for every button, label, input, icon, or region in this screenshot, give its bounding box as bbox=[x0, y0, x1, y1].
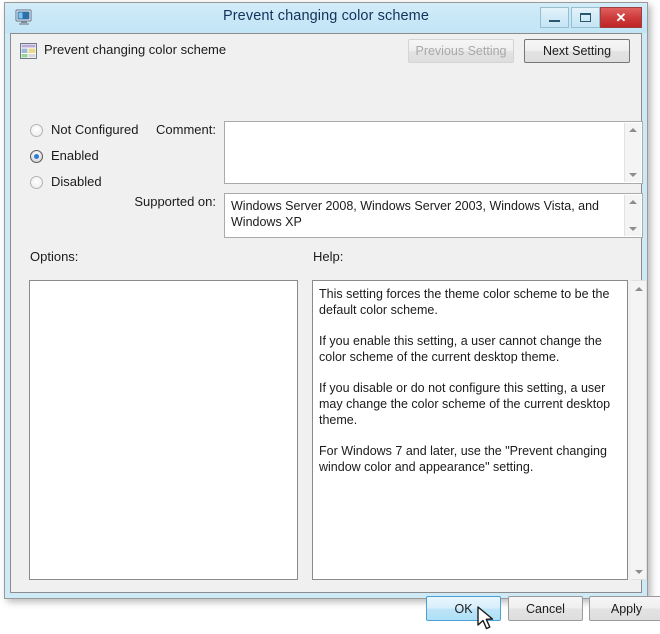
maximize-icon bbox=[580, 13, 591, 22]
next-setting-button[interactable]: Next Setting bbox=[524, 39, 630, 63]
radio-disabled-indicator bbox=[30, 176, 43, 189]
help-label: Help: bbox=[313, 249, 344, 264]
title-bar[interactable]: Prevent changing color scheme ✕ bbox=[5, 3, 647, 33]
options-panel[interactable] bbox=[29, 280, 298, 580]
help-panel: This setting forces the theme color sche… bbox=[312, 280, 628, 580]
previous-setting-button[interactable]: Previous Setting bbox=[408, 39, 514, 63]
group-policy-setting-dialog: Prevent changing color scheme ✕ Prevent … bbox=[4, 2, 660, 630]
radio-enabled[interactable]: Enabled bbox=[30, 148, 180, 174]
close-button[interactable]: ✕ bbox=[600, 7, 642, 28]
supported-on-textbox: Windows Server 2008, Windows Server 2003… bbox=[224, 193, 643, 238]
close-icon: ✕ bbox=[615, 10, 627, 25]
scroll-down-icon[interactable] bbox=[625, 168, 641, 182]
scroll-down-icon[interactable] bbox=[631, 564, 646, 579]
supported-on-value: Windows Server 2008, Windows Server 2003… bbox=[231, 199, 599, 229]
dialog-body: Prevent changing color scheme Previous S… bbox=[11, 34, 660, 630]
help-paragraph: If you enable this setting, a user canno… bbox=[319, 334, 602, 364]
help-text: This setting forces the theme color sche… bbox=[319, 286, 621, 490]
minimize-icon bbox=[549, 20, 560, 22]
help-paragraph: This setting forces the theme color sche… bbox=[319, 287, 610, 317]
scroll-up-icon[interactable] bbox=[625, 195, 641, 209]
comment-label: Comment: bbox=[156, 122, 216, 137]
policy-setting-icon bbox=[20, 43, 37, 59]
minimize-button[interactable] bbox=[540, 7, 569, 28]
supported-on-scrollbar[interactable] bbox=[624, 195, 641, 236]
help-paragraph: For Windows 7 and later, use the "Preven… bbox=[319, 444, 607, 474]
policy-name-label: Prevent changing color scheme bbox=[44, 42, 227, 57]
radio-not-configured-indicator bbox=[30, 124, 43, 137]
scroll-up-icon[interactable] bbox=[631, 281, 646, 296]
comment-textbox[interactable] bbox=[224, 121, 643, 184]
comment-scrollbar[interactable] bbox=[624, 123, 641, 182]
scroll-up-icon[interactable] bbox=[625, 123, 641, 137]
supported-on-label: Supported on: bbox=[134, 194, 216, 209]
maximize-button[interactable] bbox=[571, 7, 600, 28]
radio-enabled-label: Enabled bbox=[51, 148, 99, 163]
monitor-icon bbox=[15, 9, 32, 25]
dialog-frame: Prevent changing color scheme Previous S… bbox=[10, 33, 660, 630]
radio-disabled-label: Disabled bbox=[51, 174, 102, 189]
scroll-down-icon[interactable] bbox=[625, 222, 641, 236]
radio-enabled-indicator bbox=[30, 150, 43, 163]
help-paragraph: If you disable or do not configure this … bbox=[319, 381, 611, 427]
options-label: Options: bbox=[30, 249, 79, 264]
help-scrollbar[interactable] bbox=[631, 280, 647, 580]
